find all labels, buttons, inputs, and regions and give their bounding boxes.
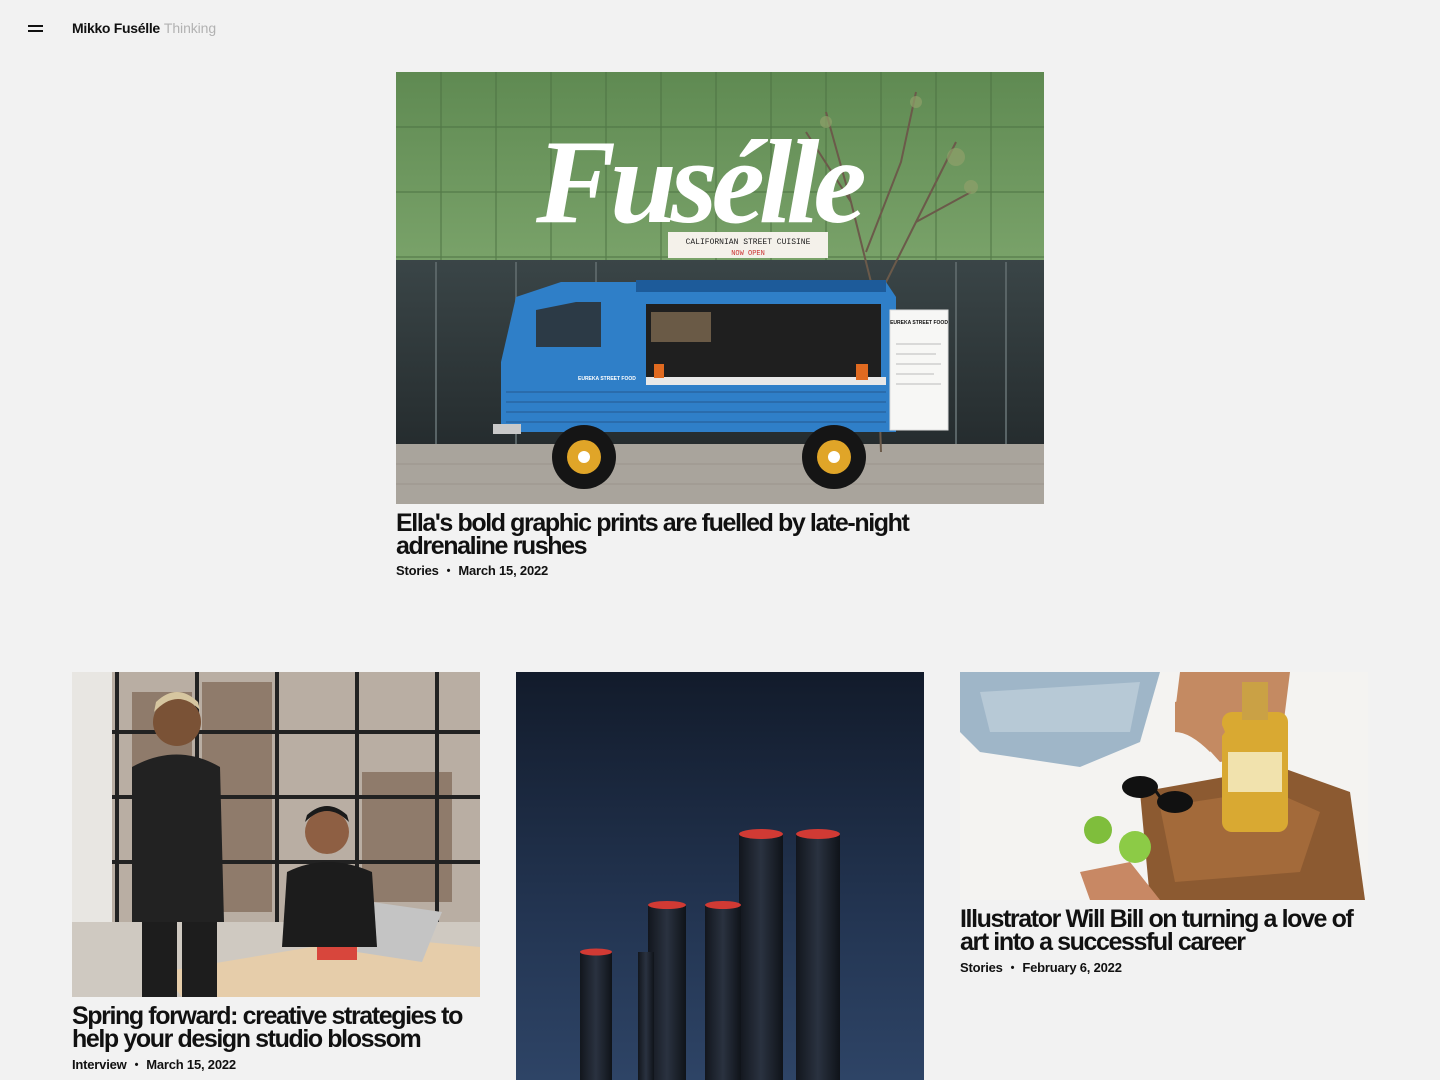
article-category[interactable]: Interview [72, 1057, 127, 1072]
featured-image[interactable]: CALIFORNIAN STREET CUISINE NOW OPEN EURE… [396, 72, 1044, 504]
hamburger-icon[interactable] [27, 22, 45, 36]
article-date: February 6, 2022 [1022, 960, 1122, 975]
article-card[interactable] [516, 672, 924, 1080]
truck-text: EUREKA STREET FOOD [578, 376, 636, 382]
featured-article-title[interactable]: Ella's bold graphic prints are fuelled b… [396, 511, 916, 559]
article-image[interactable] [960, 672, 1368, 900]
site-brand[interactable]: Mikko Fusélle Thinking [72, 20, 216, 36]
top-bar: Mikko Fusélle Thinking [0, 0, 1440, 58]
sign-subtext: NOW OPEN [731, 250, 765, 258]
article-title[interactable]: Spring forward: creative strategies to h… [72, 1004, 480, 1052]
section-label[interactable]: Thinking [164, 20, 216, 36]
featured-article-meta: Stories • March 15, 2022 [396, 563, 548, 578]
article-card[interactable]: Illustrator Will Bill on turning a love … [960, 672, 1368, 992]
featured-article-card[interactable]: CALIFORNIAN STREET CUISINE NOW OPEN EURE… [396, 72, 1044, 584]
separator-dot: • [1010, 962, 1015, 974]
separator-dot: • [446, 565, 451, 577]
article-image[interactable] [516, 672, 924, 1080]
article-date: March 15, 2022 [146, 1057, 236, 1072]
article-date: March 15, 2022 [458, 563, 549, 578]
separator-dot: • [134, 1059, 139, 1071]
brand-logo-overlay: Fusélle [535, 115, 864, 248]
article-image[interactable] [72, 672, 480, 997]
article-title[interactable]: Illustrator Will Bill on turning a love … [960, 907, 1368, 955]
article-meta: Stories • February 6, 2022 [960, 960, 1122, 975]
article-card[interactable]: Spring forward: creative strategies to h… [72, 672, 480, 1080]
brand-name[interactable]: Mikko Fusélle [72, 20, 160, 36]
article-meta: Interview • March 15, 2022 [72, 1057, 236, 1072]
menu-board-text: EUREKA STREET FOOD [890, 320, 948, 326]
article-category[interactable]: Stories [960, 960, 1003, 975]
article-category[interactable]: Stories [396, 563, 439, 578]
